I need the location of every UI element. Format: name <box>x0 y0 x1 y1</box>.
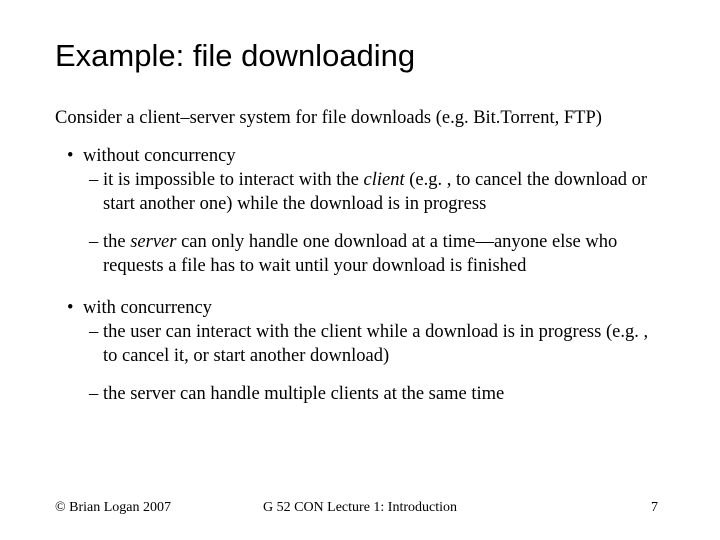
bullet-label: without concurrency <box>83 146 236 166</box>
bullet-with-concurrency: with concurrency the user can interact w… <box>83 296 665 406</box>
dash-list: it is impossible to interact with the cl… <box>83 168 665 278</box>
intro-text: Consider a client–server system for file… <box>55 106 665 130</box>
slide-title: Example: file downloading <box>55 38 665 74</box>
footer-lecture: G 52 CON Lecture 1: Introduction <box>263 500 457 516</box>
bullet-without-concurrency: without concurrency it is impossible to … <box>83 144 665 278</box>
dash-text-pre: the server can handle multiple clients a… <box>103 384 504 404</box>
bullet-list: without concurrency it is impossible to … <box>55 144 665 406</box>
dash-item: the server can only handle one download … <box>103 230 665 278</box>
dash-text-pre: it is impossible to interact with the <box>103 170 364 190</box>
dash-item: the user can interact with the client wh… <box>103 320 665 368</box>
slide: Example: file downloading Consider a cli… <box>0 0 720 540</box>
footer-copyright: © Brian Logan 2007 <box>55 500 171 516</box>
footer-page-number: 7 <box>651 500 658 516</box>
dash-text-em: server <box>130 232 176 252</box>
dash-text-pre: the user can interact with the client wh… <box>103 322 648 366</box>
dash-item: it is impossible to interact with the cl… <box>103 168 665 216</box>
dash-text-pre: the <box>103 232 130 252</box>
bullet-label: with concurrency <box>83 298 212 318</box>
dash-list: the user can interact with the client wh… <box>83 320 665 406</box>
dash-text-post: can only handle one download at a time—a… <box>103 232 617 276</box>
dash-text-em: client <box>364 170 405 190</box>
dash-item: the server can handle multiple clients a… <box>103 382 665 406</box>
footer: © Brian Logan 2007 G 52 CON Lecture 1: I… <box>0 500 720 516</box>
